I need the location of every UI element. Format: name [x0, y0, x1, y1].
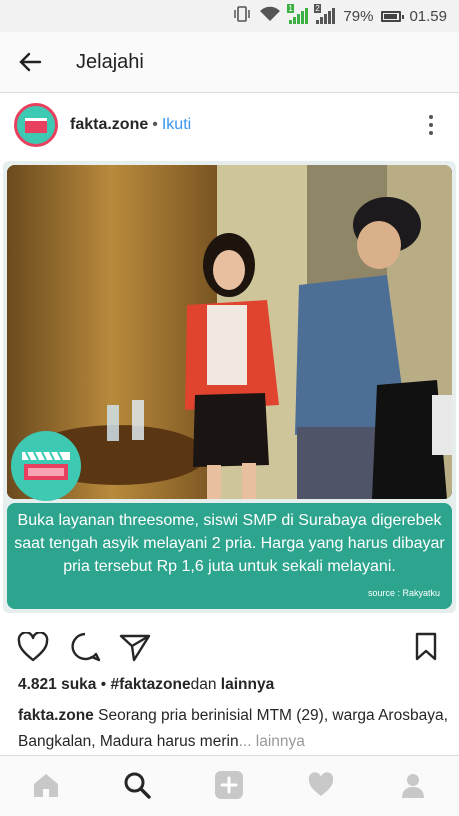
post-image[interactable]: Buka layanan threesome, siswi SMP di Sur…	[0, 158, 459, 616]
post-actions	[0, 622, 459, 670]
image-source: source : Rakyatku	[367, 588, 440, 598]
avatar[interactable]	[14, 103, 58, 147]
likes-line: 4.821 suka • #faktazonedan lainnya	[18, 676, 274, 694]
app-bar: Jelajahi	[0, 32, 459, 93]
like-heart-icon[interactable]	[17, 632, 49, 662]
watermark-logo	[11, 431, 81, 501]
likes-hashtag[interactable]: #faktazone	[110, 676, 190, 693]
page-title: Jelajahi	[76, 50, 144, 73]
caption-username[interactable]: fakta.zone	[18, 707, 94, 724]
clock: 01.59	[409, 7, 447, 25]
search-icon[interactable]	[122, 770, 152, 800]
wifi-icon	[259, 6, 281, 26]
vibrate-icon	[233, 6, 251, 26]
battery-icon	[381, 10, 405, 22]
profile-icon[interactable]	[398, 770, 428, 800]
home-icon[interactable]	[31, 770, 61, 800]
separator-dot: •	[152, 116, 158, 133]
status-bar: 1 2 79% 01.59	[0, 0, 459, 32]
comment-icon[interactable]	[69, 632, 101, 662]
post-username[interactable]: fakta.zone	[70, 116, 148, 134]
sim2-signal-icon: 2	[314, 4, 336, 24]
caption-more-link[interactable]: ... lainnya	[239, 733, 305, 750]
back-arrow-icon[interactable]	[18, 50, 42, 74]
image-caption-box: Buka layanan threesome, siswi SMP di Sur…	[7, 503, 452, 609]
heart-icon[interactable]	[306, 770, 336, 800]
likes-separator: •	[96, 676, 111, 693]
post-caption: fakta.zone Seorang pria berinisial MTM (…	[18, 703, 448, 755]
likes-and: dan	[190, 676, 221, 693]
share-icon[interactable]	[119, 632, 151, 662]
likes-count[interactable]: 4.821 suka	[18, 676, 96, 693]
sim1-signal-icon: 1	[287, 4, 309, 24]
bookmark-icon[interactable]	[414, 632, 438, 662]
battery-percent: 79%	[343, 7, 374, 25]
bottom-tab-bar	[0, 755, 459, 816]
image-caption-text: Buka layanan threesome, siswi SMP di Sur…	[14, 512, 445, 575]
likes-others[interactable]: lainnya	[221, 676, 274, 693]
add-icon[interactable]	[214, 770, 244, 800]
follow-button[interactable]: Ikuti	[162, 116, 191, 134]
more-options-icon[interactable]	[429, 115, 433, 135]
post-header: fakta.zone • Ikuti	[0, 93, 459, 157]
